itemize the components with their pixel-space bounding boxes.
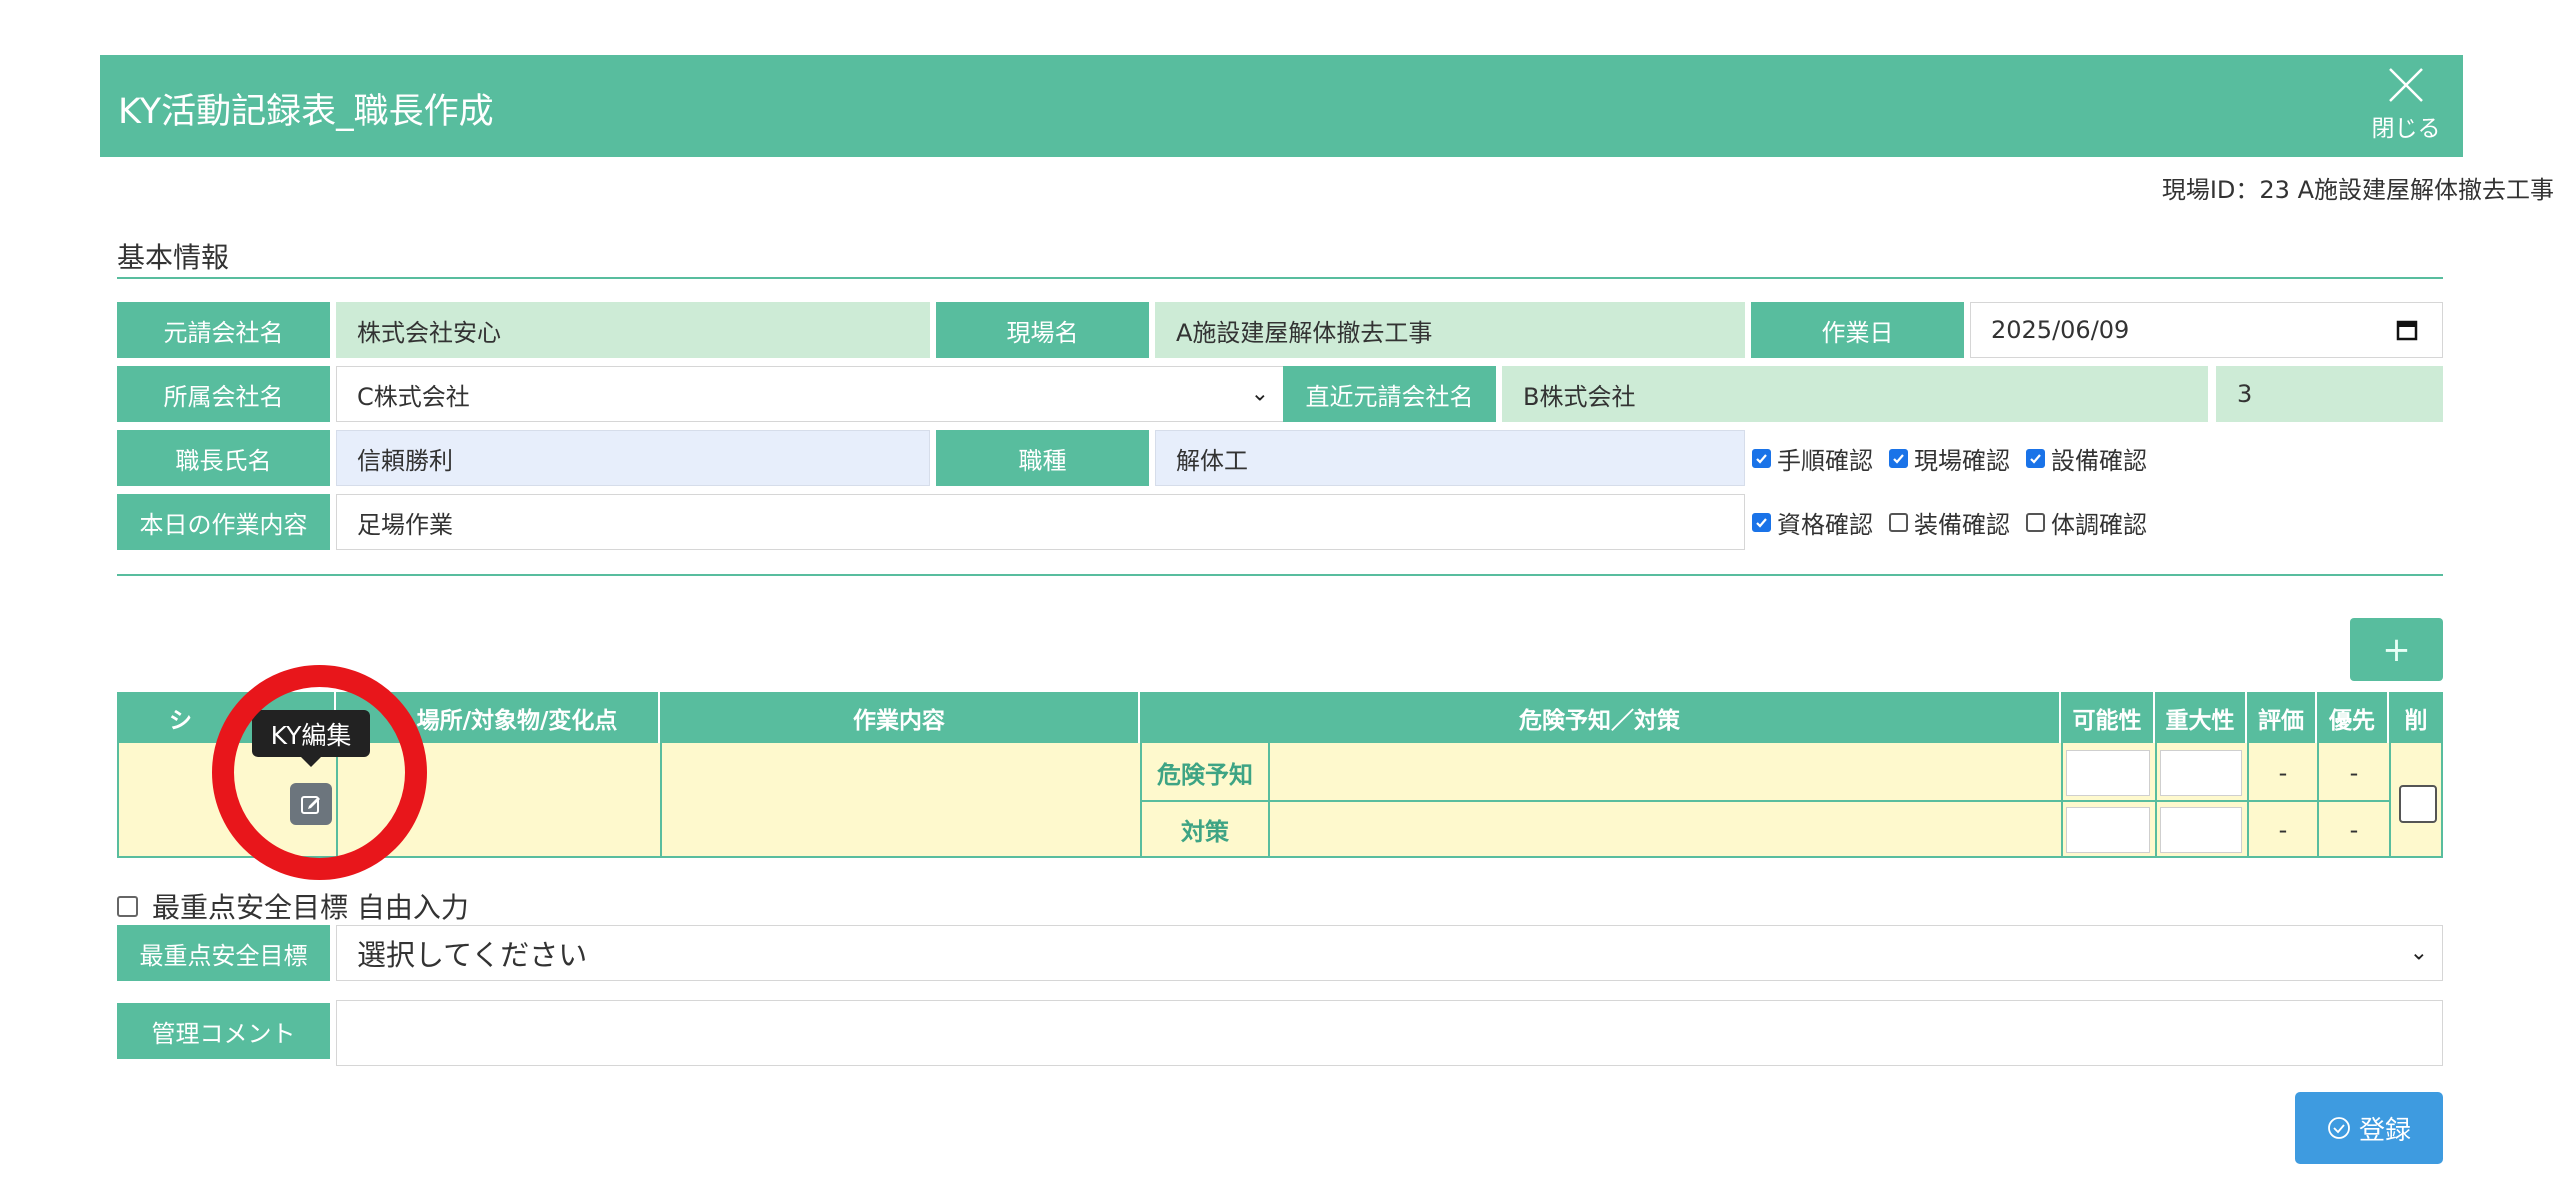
- foreman-field: 信頼勝利: [336, 430, 930, 486]
- today-work-label: 本日の作業内容: [117, 494, 330, 550]
- work-date-label: 作業日: [1751, 302, 1964, 358]
- col-header-hazard: 危険予知／対策: [1140, 692, 2061, 743]
- col-header-severity: 重大性: [2155, 692, 2247, 743]
- checkbox-unchecked-icon[interactable]: [1889, 512, 1908, 532]
- trade-field: 解体工: [1155, 430, 1745, 486]
- safety-goal-select[interactable]: 選択してください ⌄: [336, 925, 2443, 981]
- check-procedure[interactable]: 手順確認: [1752, 441, 1873, 476]
- col-header-evaluation: 評価: [2247, 692, 2317, 743]
- chevron-down-icon: ⌄: [1250, 381, 1269, 407]
- site-id: 現場ID：23 A施設建屋解体撤去工事: [2161, 176, 2554, 204]
- check-equipment[interactable]: 設備確認: [2026, 441, 2147, 476]
- management-comment-label: 管理コメント: [117, 1003, 330, 1059]
- affiliated-company-label: 所属会社名: [117, 366, 330, 422]
- measure-possibility-input[interactable]: [2066, 807, 2150, 853]
- checkbox-checked-icon[interactable]: [1752, 448, 1771, 468]
- check-qualification[interactable]: 資格確認: [1752, 505, 1873, 540]
- col-header-work: 作業内容: [660, 692, 1140, 743]
- checkbox-checked-icon[interactable]: [2026, 448, 2045, 468]
- free-input-label: 最重点安全目標 自由入力: [152, 891, 469, 924]
- hazard-possibility-input[interactable]: [2066, 750, 2150, 796]
- checkbox-unchecked-icon[interactable]: [117, 895, 138, 917]
- register-button[interactable]: 登録: [2295, 1092, 2443, 1164]
- col-header-possibility: 可能性: [2061, 692, 2155, 743]
- safety-goal-value: 選択してください: [357, 938, 588, 972]
- check-site[interactable]: 現場確認: [1889, 441, 2010, 476]
- tier-field: 3: [2216, 366, 2443, 422]
- hazard-label: 危険予知: [1157, 761, 1253, 789]
- hazard-severity-input[interactable]: [2160, 750, 2242, 796]
- measure-label: 対策: [1181, 818, 1229, 846]
- check-label: 資格確認: [1777, 510, 1873, 539]
- direct-prime-field: B株式会社: [1502, 366, 2208, 422]
- checklist-row-2: 資格確認 装備確認 体調確認: [1752, 494, 2163, 550]
- site-name-field: A施設建屋解体撤去工事: [1155, 302, 1745, 358]
- section-divider: [117, 277, 2443, 279]
- foreman-label: 職長氏名: [117, 430, 330, 486]
- check-circle-icon: [2328, 1117, 2350, 1139]
- check-label: 設備確認: [2051, 446, 2147, 475]
- measure-severity-input[interactable]: [2160, 807, 2242, 853]
- section-divider: [117, 574, 2443, 576]
- check-label: 体調確認: [2051, 510, 2147, 539]
- col-header-scene-text: シ: [169, 707, 192, 734]
- page-title: KY活動記録表_職長作成: [118, 92, 494, 132]
- register-label: 登録: [2358, 1115, 2411, 1146]
- chevron-down-icon: ⌄: [2409, 940, 2428, 966]
- checkbox-checked-icon[interactable]: [1889, 448, 1908, 468]
- annotation-circle: [212, 665, 427, 880]
- measure-input[interactable]: [1270, 802, 2061, 857]
- work-date-input[interactable]: 2025/06/09: [1970, 302, 2443, 358]
- work-date-value: 2025/06/09: [1991, 316, 2130, 344]
- calendar-icon[interactable]: [2396, 319, 2418, 341]
- measure-evaluation: -: [2278, 815, 2288, 844]
- delete-row-checkbox[interactable]: [2399, 785, 2437, 823]
- management-comment-input[interactable]: [336, 1000, 2443, 1066]
- hazard-priority: -: [2349, 758, 2359, 787]
- prime-contractor-field: 株式会社安心: [336, 302, 930, 358]
- check-label: 現場確認: [1914, 446, 2010, 475]
- col-header-delete: 削: [2389, 692, 2443, 743]
- page-header: KY活動記録表_職長作成 閉じる: [100, 55, 2463, 157]
- today-work-input[interactable]: 足場作業: [336, 494, 1745, 550]
- checklist-row-1: 手順確認 現場確認 設備確認: [1752, 430, 2163, 486]
- close-button[interactable]: 閉じる: [2371, 65, 2441, 151]
- affiliated-company-value: C株式会社: [357, 382, 470, 411]
- check-health[interactable]: 体調確認: [2026, 505, 2147, 540]
- checkbox-unchecked-icon[interactable]: [2026, 512, 2045, 532]
- site-name-label: 現場名: [936, 302, 1149, 358]
- check-label: 手順確認: [1777, 446, 1873, 475]
- direct-prime-label: 直近元請会社名: [1283, 366, 1496, 422]
- hazard-evaluation: -: [2278, 758, 2288, 787]
- col-header-place-text: 場所/対象物/変化点: [416, 707, 618, 734]
- cell-divider: [660, 743, 662, 858]
- prime-contractor-label: 元請会社名: [117, 302, 330, 358]
- cell-divider: [2389, 743, 2391, 858]
- hazard-input[interactable]: [1270, 745, 2061, 800]
- check-label: 装備確認: [1914, 510, 2010, 539]
- add-row-button[interactable]: +: [2350, 618, 2443, 681]
- col-header-priority: 優先: [2317, 692, 2389, 743]
- affiliated-company-select[interactable]: C株式会社 ⌄: [336, 366, 1284, 422]
- safety-goal-label: 最重点安全目標: [117, 925, 330, 981]
- free-input-toggle[interactable]: 最重点安全目標 自由入力: [117, 886, 469, 926]
- close-label: 閉じる: [2371, 116, 2441, 142]
- section-title-basic-info: 基本情報: [117, 241, 230, 274]
- checkbox-checked-icon[interactable]: [1752, 512, 1771, 532]
- close-icon: [2389, 68, 2423, 102]
- check-gear[interactable]: 装備確認: [1889, 505, 2010, 540]
- trade-label: 職種: [936, 430, 1149, 486]
- measure-priority: -: [2349, 815, 2359, 844]
